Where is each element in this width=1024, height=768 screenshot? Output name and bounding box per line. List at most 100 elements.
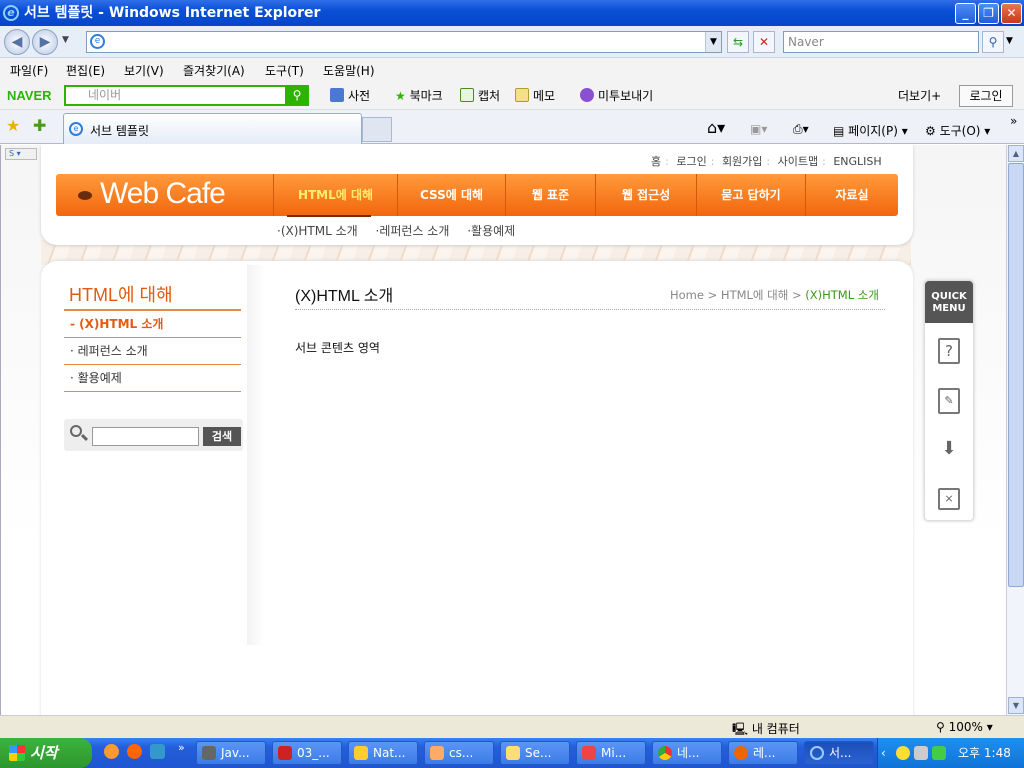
gnb-css[interactable]: CSS에 대해: [397, 174, 505, 216]
address-dropdown-icon[interactable]: ▼: [705, 32, 721, 52]
zoom-level[interactable]: ⚲ 100% ▾: [936, 720, 993, 734]
taskbar-item[interactable]: 네...: [652, 741, 722, 765]
tools-menu-button[interactable]: ⚙ 도구(O) ▾: [925, 122, 990, 139]
stop-button[interactable]: ✕: [753, 31, 775, 53]
taskbar-item[interactable]: Se...: [500, 741, 570, 765]
naver-logo[interactable]: NAVER: [7, 88, 52, 103]
scroll-down-icon[interactable]: ▼: [1008, 697, 1024, 714]
close-button[interactable]: ✕: [1001, 3, 1022, 24]
quicklaunch-icon[interactable]: [127, 744, 142, 759]
taskbar-item[interactable]: 레...: [728, 741, 798, 765]
lnb-item-reference[interactable]: · 레퍼런스 소개: [64, 338, 241, 365]
chevron-more-icon[interactable]: »: [1010, 114, 1017, 128]
print-icon[interactable]: ⎙▾: [793, 122, 809, 137]
quicklaunch-more-icon[interactable]: »: [178, 741, 185, 754]
start-button[interactable]: 시작: [0, 738, 92, 768]
taskbar-item[interactable]: 03_...: [272, 741, 342, 765]
addon-badge[interactable]: S ▾: [5, 148, 37, 160]
gnb-qna[interactable]: 묻고 답하기: [696, 174, 805, 216]
subnav-reference[interactable]: ·레퍼런스 소개: [376, 224, 450, 238]
gnb-accessibility[interactable]: 웹 접근성: [595, 174, 696, 216]
util-english-link[interactable]: ENGLISH: [833, 155, 881, 168]
more-button[interactable]: 더보기+: [898, 87, 941, 104]
gnb-library[interactable]: 자료실: [805, 174, 898, 216]
page-menu-button[interactable]: ▤ 페이지(P) ▾: [833, 122, 908, 139]
scroll-up-icon[interactable]: ▲: [1008, 145, 1024, 162]
ie-logo-icon: e: [3, 5, 19, 21]
feeds-icon[interactable]: ▣▾: [750, 122, 767, 136]
menu-file[interactable]: 파일(F): [10, 62, 48, 79]
naver-search-icon[interactable]: ⚲: [285, 85, 309, 106]
refresh-button[interactable]: ⇆: [727, 31, 749, 53]
search-options-icon[interactable]: ▼: [1006, 36, 1013, 46]
breadcrumb-html[interactable]: HTML에 대해: [721, 288, 788, 302]
quicklaunch-icon[interactable]: [150, 744, 165, 759]
gnb-web-standard[interactable]: 웹 표준: [505, 174, 595, 216]
new-tab-button[interactable]: [362, 117, 392, 142]
util-sitemap-link[interactable]: 사이트맵: [778, 155, 818, 168]
memo-icon[interactable]: ✎: [938, 388, 960, 414]
menu-help[interactable]: 도움말(H): [323, 62, 375, 79]
window-title-bar[interactable]: e 서브 템플릿 - Windows Internet Explorer _ ❐…: [0, 0, 1024, 26]
menu-edit[interactable]: 편집(E): [66, 62, 105, 79]
tray-icon[interactable]: [914, 746, 928, 760]
breadcrumb-home[interactable]: Home: [670, 288, 704, 302]
menu-tools[interactable]: 도구(T): [265, 62, 304, 79]
gnb-active-underline: [287, 215, 371, 217]
naver-bookmark-button[interactable]: ★ 북마크: [395, 87, 443, 104]
app-icon: [582, 746, 596, 760]
search-input[interactable]: Naver: [783, 31, 979, 53]
naver-capture-button[interactable]: 캡처: [460, 87, 500, 104]
restore-button[interactable]: ❐: [978, 3, 999, 24]
naver-memo-button[interactable]: 메모: [515, 87, 555, 104]
home-icon[interactable]: ⌂▾: [707, 118, 725, 137]
forward-button[interactable]: ▶: [32, 29, 58, 55]
quicklaunch-icon[interactable]: [104, 744, 119, 759]
util-login-link[interactable]: 로그인: [676, 155, 706, 168]
tray-expand-icon[interactable]: ‹: [881, 738, 886, 768]
subnav-examples[interactable]: ·활용예제: [467, 224, 515, 238]
naver-search-input[interactable]: 네이버: [64, 85, 308, 106]
lnb-item-xhtml[interactable]: - (X)HTML 소개: [64, 311, 241, 338]
add-favorite-icon[interactable]: ✚: [33, 116, 46, 135]
content-body: 서브 콘텐츠 영역: [295, 341, 380, 355]
naver-me2day-button[interactable]: 미투보내기: [580, 87, 653, 104]
lnb-item-examples[interactable]: · 활용예제: [64, 365, 241, 392]
tab-bar: ★ ✚ e 서브 템플릿 ⌂▾ ▣▾ ⎙▾ ▤ 페이지(P) ▾ ⚙ 도구(O)…: [0, 110, 1024, 144]
util-home-link[interactable]: 홈: [651, 155, 661, 168]
site-search-button[interactable]: 검색: [203, 427, 241, 446]
taskbar-item[interactable]: cs...: [424, 741, 494, 765]
history-dropdown-icon[interactable]: ▼: [62, 35, 69, 45]
subnav-xhtml[interactable]: ·(X)HTML 소개: [277, 224, 358, 238]
tray-icon[interactable]: [932, 746, 946, 760]
address-input[interactable]: e ▼: [86, 31, 722, 53]
vertical-scrollbar[interactable]: ▲ ▼: [1006, 145, 1024, 715]
tray-icon[interactable]: [896, 746, 910, 760]
site-search-input[interactable]: [92, 427, 199, 446]
search-icon[interactable]: ⚲: [982, 31, 1004, 53]
taskbar-item[interactable]: Nat...: [348, 741, 418, 765]
menu-favorites[interactable]: 즐겨찾기(A): [183, 62, 245, 79]
tab-active[interactable]: e 서브 템플릿: [63, 113, 362, 144]
download-icon[interactable]: ⬇: [938, 438, 960, 464]
util-join-link[interactable]: 회원가입: [722, 155, 762, 168]
naver-login-button[interactable]: 로그인: [959, 85, 1013, 107]
taskbar-item[interactable]: Jav...: [196, 741, 266, 765]
taskbar-item-active[interactable]: 서...: [804, 741, 874, 765]
question-icon[interactable]: ?: [938, 338, 960, 364]
menu-view[interactable]: 보기(V): [124, 62, 164, 79]
minimize-button[interactable]: _: [955, 3, 976, 24]
naver-dictionary-button[interactable]: 사전: [330, 87, 370, 104]
back-button[interactable]: ◀: [4, 29, 30, 55]
clock[interactable]: 오후 1:48: [958, 738, 1011, 768]
favorites-star-icon[interactable]: ★: [6, 116, 20, 135]
taskbar-item[interactable]: Mi...: [576, 741, 646, 765]
gnb-html[interactable]: HTML에 대해: [273, 174, 397, 216]
site-logo[interactable]: Web Cafe: [78, 177, 226, 211]
quick-menu-title: QUICK MENU: [925, 281, 973, 323]
naver-toolbar: NAVER 네이버 ⚲ 사전 ★ 북마크 캡처 메모 미투보내기 더보기+ 로그…: [0, 82, 1024, 110]
window-title: 서브 템플릿 - Windows Internet Explorer: [24, 5, 321, 21]
scroll-thumb[interactable]: [1008, 163, 1024, 587]
address-toolbar: ◀ ▶ ▼ e ▼ ⇆ ✕ Naver ⚲ ▼: [0, 26, 1024, 58]
presentation-icon[interactable]: ⨯: [938, 488, 960, 510]
